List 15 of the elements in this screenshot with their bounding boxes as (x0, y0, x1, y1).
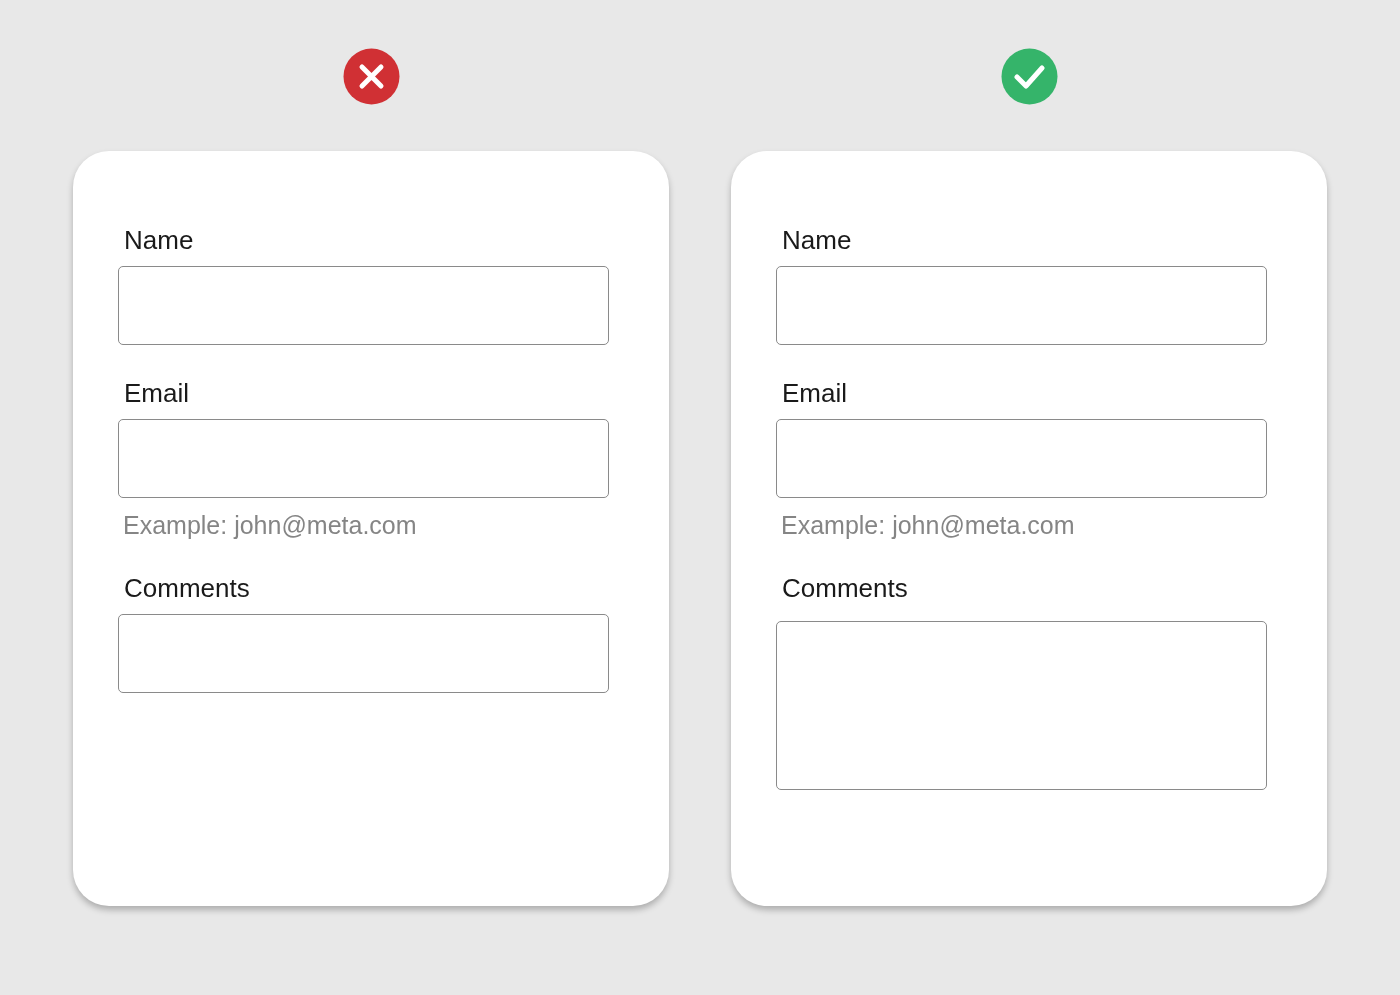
input-field[interactable] (776, 419, 1267, 498)
check-icon (1000, 48, 1058, 105)
field-label: Comments (782, 573, 908, 603)
field-label: Name (124, 225, 194, 255)
input-field[interactable] (118, 266, 609, 345)
field-label: Email (124, 378, 189, 408)
input-field[interactable] (118, 419, 609, 498)
input-field[interactable] (118, 614, 609, 693)
hint-text: Example: john@meta.com (781, 510, 1075, 540)
input-field[interactable] (776, 266, 1267, 345)
hint-text: Example: john@meta.com (123, 510, 417, 540)
error-icon (342, 48, 400, 105)
field-label: Email (782, 378, 847, 408)
field-label: Name (782, 225, 852, 255)
field-label: Comments (124, 573, 250, 603)
